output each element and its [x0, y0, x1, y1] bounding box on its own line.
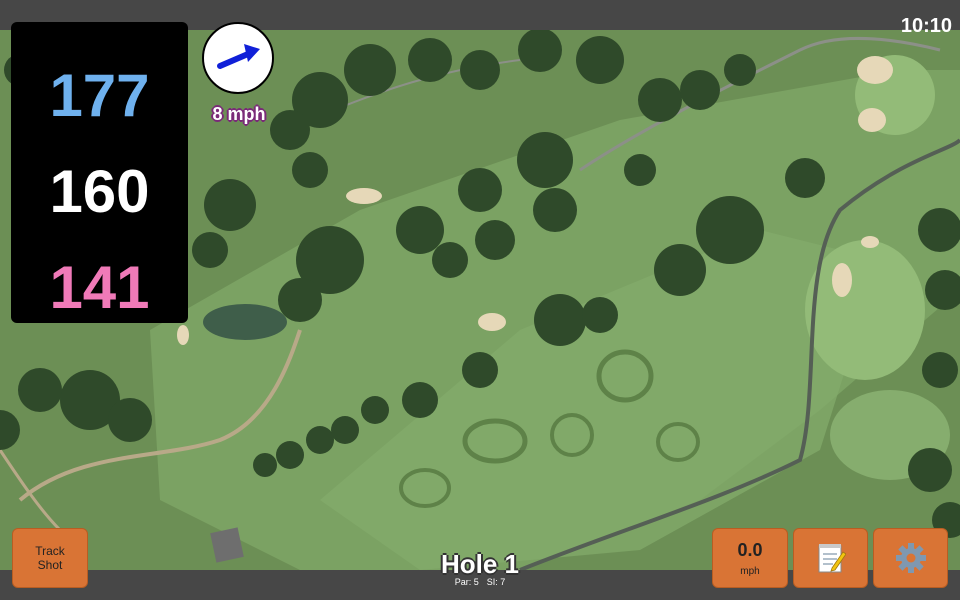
clock: 10:10: [900, 15, 952, 37]
track-shot-label: Track Shot: [35, 544, 65, 572]
middle-distance: 160: [49, 158, 150, 225]
si-label: SI: 7: [486, 577, 506, 587]
distance-panel: 177 160 141: [11, 22, 188, 323]
par-label: Par: 5: [454, 577, 479, 587]
wind-speed: 8 mph: [212, 104, 266, 124]
notes-button[interactable]: [793, 528, 868, 588]
front-distance: 141: [49, 254, 150, 321]
wind-direction-indicator: [202, 22, 274, 94]
notepad-icon: [818, 544, 846, 573]
speed-button[interactable]: 0.0 mph: [712, 528, 788, 588]
speed-value: 0.0: [737, 539, 763, 560]
hole-info: Par: 5 SI: 7: [380, 577, 580, 587]
settings-button[interactable]: [873, 528, 948, 588]
hole-title: Hole 1: [440, 549, 520, 579]
back-distance: 177: [49, 62, 150, 129]
speed-unit: mph: [740, 565, 760, 577]
track-shot-button[interactable]: Track Shot: [12, 528, 88, 588]
arrow-right-up-icon: [217, 44, 260, 69]
gear-icon: [895, 543, 926, 573]
